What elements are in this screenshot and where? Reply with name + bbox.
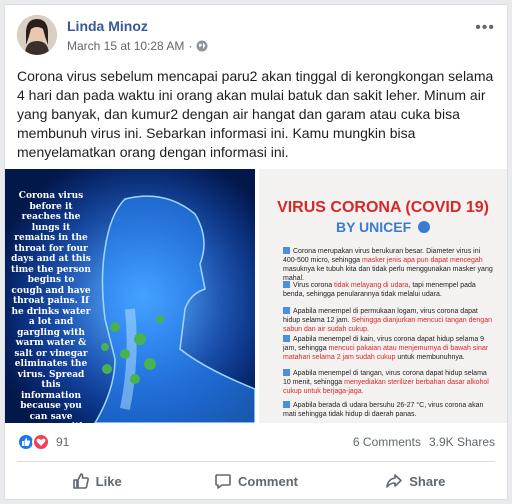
unicef-logo-icon (418, 221, 431, 233)
comment-label: Comment (238, 473, 298, 489)
item-text: Virus corona (293, 282, 335, 289)
unicef-infographic[interactable]: VIRUS CORONA (COVID 19) BY UNICEF Corona… (259, 169, 507, 423)
comment-icon (215, 474, 231, 489)
comment-button[interactable]: Comment (176, 465, 335, 497)
infographic-subtitle: BY UNICEF (259, 219, 507, 235)
checkbox-icon (283, 335, 290, 342)
item-highlight: tidak melayang di udara (334, 282, 409, 289)
post-timestamp[interactable]: March 15 at 10:28 AM (67, 39, 184, 53)
reactions-summary[interactable]: 91 (17, 433, 69, 451)
shares-count[interactable]: 3.9K Shares (429, 435, 495, 449)
like-button[interactable]: Like (17, 465, 176, 497)
checkbox-icon (283, 281, 290, 288)
share-button[interactable]: Share (336, 465, 495, 497)
globe-icon[interactable] (196, 40, 208, 52)
like-label: Like (95, 473, 122, 489)
infographic-item: Apabila menempel di kain, virus corona d… (283, 335, 493, 362)
post-meta: March 15 at 10:28 AM · (67, 39, 208, 53)
avatar[interactable] (17, 15, 57, 55)
more-dots-icon[interactable]: ••• (475, 19, 495, 37)
post-media: Corona virus before it reaches the lungs… (5, 169, 507, 423)
stats-right: 6 Comments 3.9K Shares (353, 435, 495, 449)
post-text: Corona virus sebelum mencapai paru2 akan… (17, 68, 494, 160)
infographic-title: VIRUS CORONA (COVID 19) (277, 199, 489, 216)
post-stats: 91 6 Comments 3.9K Shares (17, 429, 495, 455)
author-name[interactable]: Linda Minoz (67, 18, 148, 34)
reaction-count: 91 (56, 435, 70, 449)
actions-divider (17, 461, 495, 462)
item-text: Apabila berada di udara bersuhu 26-27 °C… (283, 402, 484, 418)
infographic-item: Virus corona tidak melayang di udara, ta… (283, 281, 493, 299)
throat-infographic[interactable]: Corona virus before it reaches the lungs… (5, 169, 255, 423)
item-rest: untuk membunuhnya. (395, 354, 465, 361)
meta-separator: · (188, 39, 193, 53)
checkbox-icon (283, 369, 290, 376)
infographic-item: Apabila menempel di tangan, virus corona… (283, 369, 493, 396)
post-actions: Like Comment Share (17, 465, 495, 497)
checkbox-icon (283, 401, 290, 408)
infographic-item: Apabila menempel di permukaan logam, vir… (283, 307, 493, 334)
share-icon (386, 474, 403, 488)
thumbs-up-icon (72, 473, 89, 489)
checkbox-icon (283, 247, 290, 254)
infographic-subtitle-text: BY UNICEF (335, 219, 412, 235)
infographic-item: Apabila berada di udara bersuhu 26-27 °C… (283, 401, 493, 419)
comments-count[interactable]: 6 Comments (353, 435, 421, 449)
left-image-caption: Corona virus before it reaches the lungs… (11, 191, 91, 423)
infographic-item: Corona merupakan virus berukuran besar. … (283, 247, 493, 283)
post-header: Linda Minoz March 15 at 10:28 AM · ••• (17, 15, 495, 61)
item-rest: masuknya ke tubuh kita dan tidak perlu m… (283, 266, 493, 282)
post-card: Linda Minoz March 15 at 10:28 AM · ••• C… (4, 4, 508, 500)
item-highlight: masker jenis apa pun dapat mencegah (362, 257, 483, 264)
checkbox-icon (283, 307, 290, 314)
share-label: Share (409, 473, 446, 489)
love-reaction-icon (32, 433, 50, 451)
